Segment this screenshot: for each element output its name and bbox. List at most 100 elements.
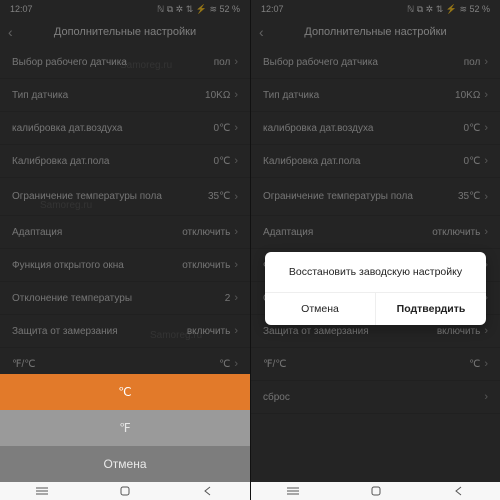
sheet-celsius-button[interactable]: ℃ [0, 374, 250, 410]
row-value: отключить› [182, 226, 238, 238]
header-title: Дополнительные настройки [54, 26, 196, 38]
settings-row[interactable]: Адаптацияотключить› [0, 216, 250, 249]
row-value: 0℃› [464, 155, 488, 167]
android-navbar [0, 482, 250, 500]
row-label: сброс [263, 392, 290, 403]
row-value: отключить› [182, 259, 238, 271]
temp-unit-sheet: ℃ ℉ Отмена [0, 374, 250, 482]
nav-menu-icon[interactable] [286, 486, 300, 496]
row-label: Тип датчика [263, 90, 319, 101]
row-label: ℉/℃ [263, 359, 287, 370]
row-label: калибровка дат.воздуха [263, 123, 373, 134]
row-value: 35℃› [458, 191, 488, 203]
chevron-right-icon: › [484, 155, 488, 167]
row-value: 0℃› [214, 155, 238, 167]
reset-dialog: Восстановить заводскую настройку Отмена … [265, 252, 486, 325]
settings-row[interactable]: ℉/℃ ℃› [251, 348, 500, 381]
chevron-right-icon: › [234, 155, 238, 167]
settings-row[interactable]: Отклонение температуры 2› [0, 282, 250, 315]
row-label: ℉/℃ [12, 359, 36, 370]
settings-row[interactable]: Калибровка дат.пола 0℃› [251, 145, 500, 178]
row-value: отключить› [432, 226, 488, 238]
back-icon[interactable]: ‹ [8, 24, 13, 40]
settings-row[interactable]: Функция открытого окна отключить› [0, 249, 250, 282]
row-label: Выбор рабочего датчика [12, 57, 127, 68]
chevron-right-icon: › [234, 56, 238, 68]
status-icons: ℕ ⧉ ✲ ⇅ ⚡ ≋ 52 % [157, 4, 240, 15]
chevron-right-icon: › [484, 122, 488, 134]
row-value: 35℃› [208, 191, 238, 203]
chevron-right-icon: › [234, 226, 238, 238]
nav-home-icon[interactable] [369, 486, 383, 496]
status-bar: 12:07 ℕ ⧉ ✲ ⇅ ⚡ ≋ 52 % [0, 0, 250, 18]
status-bar: 12:07 ℕ ⧉ ✲ ⇅ ⚡ ≋ 52 % [251, 0, 500, 18]
row-label: Ограничение температуры пола [12, 191, 162, 202]
row-label: Ограничение температуры пола [263, 191, 413, 202]
row-label: Защита от замерзания [12, 326, 118, 337]
settings-row[interactable]: Тип датчика 10KΩ› [0, 79, 250, 112]
chevron-right-icon: › [484, 226, 488, 238]
settings-row[interactable]: Выбор рабочего датчикапол› [251, 46, 500, 79]
row-value: ℃› [469, 358, 488, 370]
settings-row[interactable]: Адаптация отключить› [251, 216, 500, 249]
chevron-right-icon: › [484, 391, 488, 403]
status-time: 12:07 [10, 4, 33, 14]
settings-list: Выбор рабочего датчикапол› Тип датчика 10K… [251, 46, 500, 414]
row-value: ℃› [219, 358, 238, 370]
dialog-confirm-button[interactable]: Подтвердить [375, 293, 486, 325]
row-label: Выбор рабочего датчика [263, 57, 378, 68]
row-label: Защита от замерзания [263, 326, 369, 337]
status-time: 12:07 [261, 4, 284, 14]
chevron-right-icon: › [484, 358, 488, 370]
chevron-right-icon: › [484, 89, 488, 101]
chevron-right-icon: › [234, 122, 238, 134]
row-value: включить› [437, 325, 488, 337]
row-label: Отклонение температуры [12, 293, 132, 304]
settings-row[interactable]: Ограничение температуры пола 35℃› [251, 178, 500, 216]
nav-menu-icon[interactable] [35, 486, 49, 496]
chevron-right-icon: › [484, 56, 488, 68]
settings-row[interactable]: Тип датчика 10KΩ› [251, 79, 500, 112]
row-label: Тип датчика [12, 90, 68, 101]
chevron-right-icon: › [234, 259, 238, 271]
phone-right: 12:07 ℕ ⧉ ✲ ⇅ ⚡ ≋ 52 % ‹ Дополнительные … [250, 0, 500, 500]
row-value: 10KΩ› [455, 89, 488, 101]
phone-left: 12:07 ℕ ⧉ ✲ ⇅ ⚡ ≋ 52 % ‹ Дополнительные … [0, 0, 250, 500]
chevron-right-icon: › [234, 358, 238, 370]
dialog-buttons: Отмена Подтвердить [265, 292, 486, 325]
row-value: 0℃› [214, 122, 238, 134]
nav-back-icon[interactable] [201, 486, 215, 496]
chevron-right-icon: › [234, 89, 238, 101]
dialog-cancel-button[interactable]: Отмена [265, 293, 375, 325]
header: ‹ Дополнительные настройки [0, 18, 250, 46]
settings-row[interactable]: сброс › [251, 381, 500, 414]
row-value: 10KΩ› [205, 89, 238, 101]
row-label: калибровка дат.воздуха [12, 123, 122, 134]
row-label: Калибровка дат.пола [12, 156, 110, 167]
nav-home-icon[interactable] [118, 486, 132, 496]
settings-row[interactable]: калибровка дат.воздуха 0℃› [0, 112, 250, 145]
row-label: Функция открытого окна [12, 260, 124, 271]
header: ‹ Дополнительные настройки [251, 18, 500, 46]
sheet-fahrenheit-button[interactable]: ℉ [0, 410, 250, 446]
row-value: › [480, 391, 488, 403]
row-label: Калибровка дат.пола [263, 156, 361, 167]
settings-row[interactable]: Ограничение температуры пола 35℃› [0, 178, 250, 216]
settings-row[interactable]: калибровка дат.воздуха 0℃› [251, 112, 500, 145]
chevron-right-icon: › [234, 292, 238, 304]
back-icon[interactable]: ‹ [259, 24, 264, 40]
settings-row[interactable]: Выбор рабочего датчикапол› [0, 46, 250, 79]
settings-row[interactable]: Калибровка дат.пола 0℃› [0, 145, 250, 178]
sheet-cancel-button[interactable]: Отмена [0, 446, 250, 482]
nav-back-icon[interactable] [452, 486, 466, 496]
row-value: включить› [187, 325, 238, 337]
chevron-right-icon: › [234, 191, 238, 203]
chevron-right-icon: › [484, 191, 488, 203]
row-label: Адаптация [263, 227, 313, 238]
row-value: 0℃› [464, 122, 488, 134]
android-navbar [251, 482, 500, 500]
header-title: Дополнительные настройки [304, 26, 446, 38]
settings-row[interactable]: Защита от замерзания включить› [0, 315, 250, 348]
settings-list: Выбор рабочего датчикапол› Тип датчика 10K… [0, 46, 250, 414]
row-value: 2› [225, 292, 238, 304]
